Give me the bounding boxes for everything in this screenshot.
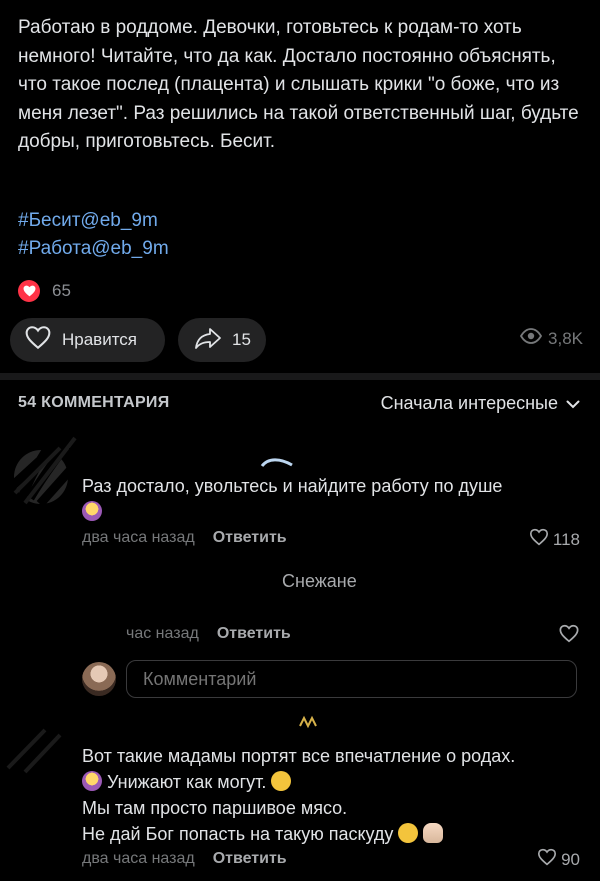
comment-1-meta: два часа назад Ответить <box>82 529 287 547</box>
comment-3-like-button[interactable]: 90 <box>537 848 580 871</box>
comment-time: два часа назад <box>82 850 195 867</box>
reactions-count: 65 <box>52 281 71 300</box>
views-counter: 3,8K <box>519 328 583 349</box>
tag-besit[interactable]: #Бесит@eb_9m <box>18 207 169 235</box>
reply-button[interactable]: Ответить <box>213 850 287 868</box>
shrug-emoji-icon <box>82 771 102 791</box>
post-text: Работаю в роддоме. Девочки, готовьтесь к… <box>18 17 579 152</box>
comment-line: Вот такие мадамы портят все впечатление … <box>82 746 516 766</box>
eye-icon <box>519 328 543 349</box>
shrug-emoji-icon <box>82 501 102 521</box>
current-user-avatar <box>82 662 116 696</box>
comment-2-meta: час назад Ответить <box>126 625 291 643</box>
heart-outline-icon <box>537 848 557 871</box>
reactions-summary[interactable]: 65 <box>18 280 71 302</box>
comment-2-like-button[interactable] <box>558 624 580 648</box>
like-label: Нравится <box>62 330 138 349</box>
comment-1-text: Раз достало, увольтесь и найдите работу … <box>82 473 572 525</box>
comment-2-reply-to[interactable]: Снежане <box>282 568 357 594</box>
heart-outline-icon <box>529 528 549 551</box>
comment-line: Унижают как могут. <box>107 772 267 792</box>
comments-count-label: 54 КОММЕНТАРИЯ <box>18 394 170 411</box>
comment-3-meta: два часа назад Ответить <box>82 850 287 868</box>
chevron-down-icon <box>566 393 580 414</box>
comment-line: Мы там просто паршивое мясо. <box>82 798 348 818</box>
views-count: 3,8K <box>548 328 583 348</box>
heart-outline-icon <box>24 325 52 355</box>
like-button[interactable]: Нравится <box>10 318 165 362</box>
persevere-emoji-icon <box>398 823 419 843</box>
share-arrow-icon <box>194 326 222 355</box>
tag-rabota[interactable]: #Работа@eb_9m <box>18 235 169 263</box>
share-button[interactable]: 15 <box>178 318 266 362</box>
reply-button[interactable]: Ответить <box>217 625 291 643</box>
comment-3-text: Вот такие мадамы портят все впечатление … <box>82 743 592 847</box>
reply-button[interactable]: Ответить <box>213 529 287 547</box>
angry-emoji-icon <box>271 771 292 791</box>
sort-dropdown[interactable]: Сначала интересные <box>381 393 580 414</box>
comment-line: Не дай Бог попасть на такую паскуду <box>82 824 394 844</box>
sort-label: Сначала интересные <box>380 393 558 413</box>
comment-likes-count: 118 <box>552 529 580 549</box>
heart-reaction-icon <box>18 280 40 302</box>
comment-1-like-button[interactable]: 118 <box>529 528 580 551</box>
comment-time: два часа назад <box>82 529 195 546</box>
comment-likes-count: 90 <box>561 849 580 869</box>
redaction-scribble <box>49 560 286 606</box>
pray-emoji-icon <box>423 823 444 843</box>
post-tags: #Бесит@eb_9m #Работа@eb_9m <box>18 207 169 263</box>
comment-time: час назад <box>126 625 199 642</box>
heart-outline-icon <box>558 624 580 648</box>
comment-input[interactable] <box>126 660 577 698</box>
section-divider <box>0 373 600 380</box>
shares-count: 15 <box>232 330 251 349</box>
